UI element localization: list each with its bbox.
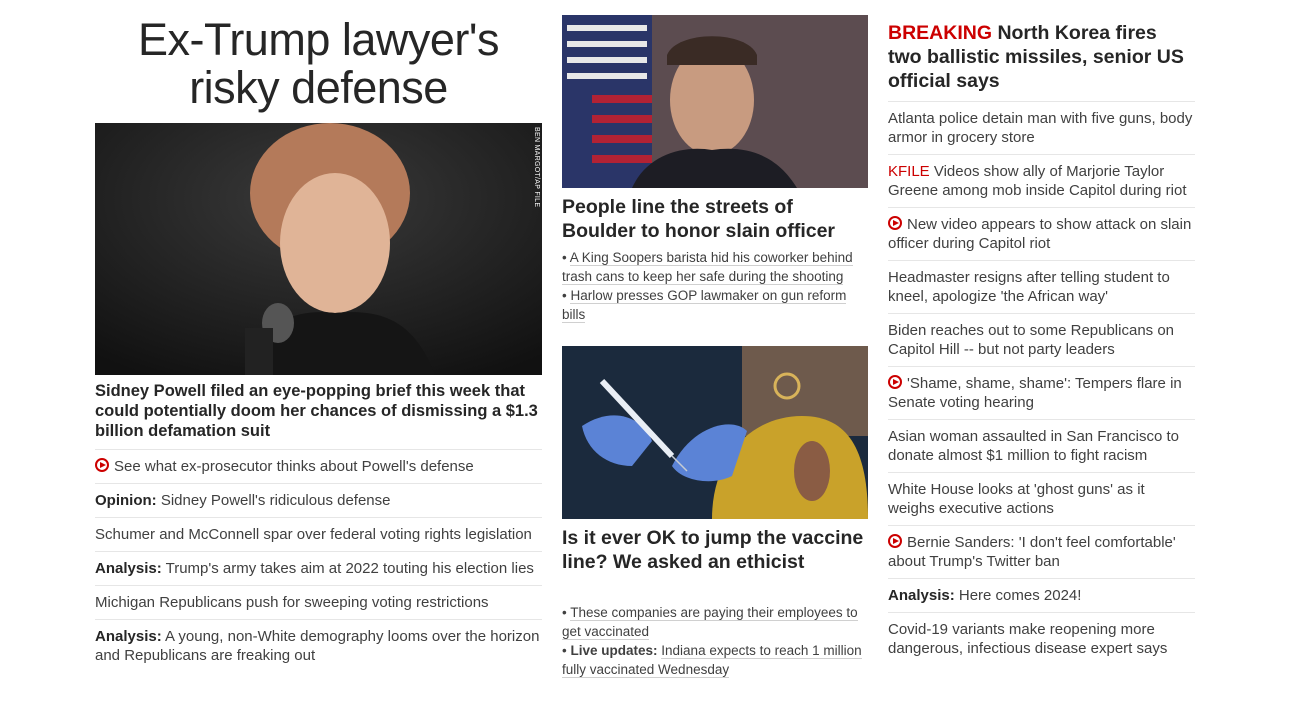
list-item[interactable]: Atlanta police detain man with five guns… <box>888 101 1195 154</box>
story2-bullet[interactable]: • Live updates: Indiana expects to reach… <box>562 641 868 679</box>
photo-credit: BEN MARGOT/AP FILE <box>533 127 540 208</box>
list-item[interactable]: Analysis: Here comes 2024! <box>888 578 1195 612</box>
story1-bullet[interactable]: • Harlow presses GOP lawmaker on gun ref… <box>562 286 868 324</box>
mega-headline-line2[interactable]: risky defense <box>95 64 542 112</box>
list-item-text: Videos show ally of Marjorie Taylor Gree… <box>888 163 1187 199</box>
live-updates-label: Live updates: <box>570 643 658 658</box>
list-item[interactable]: Michigan Republicans push for sweeping v… <box>95 585 542 619</box>
list-item-text: Schumer and McConnell spar over federal … <box>95 526 532 543</box>
officer-image[interactable] <box>562 15 868 188</box>
list-item[interactable]: Analysis: A young, non-White demography … <box>95 619 542 672</box>
mega-headline-line1[interactable]: Ex-Trump lawyer's <box>95 16 542 64</box>
list-item[interactable]: White House looks at 'ghost guns' as it … <box>888 472 1195 525</box>
list-item-text: Atlanta police detain man with five guns… <box>888 110 1193 146</box>
list-item-label: Analysis: <box>95 560 162 577</box>
kfile-label: KFILE <box>888 163 930 180</box>
list-item-text: Bernie Sanders: 'I don't feel comfortabl… <box>888 534 1176 570</box>
story1-headline[interactable]: People line the streets of Boulder to ho… <box>562 195 868 243</box>
list-item-text: Biden reaches out to some Republicans on… <box>888 322 1175 358</box>
list-item-text: Covid-19 variants make reopening more da… <box>888 621 1168 657</box>
play-video-icon <box>95 458 109 472</box>
list-item-text: 'Shame, shame, shame': Tempers flare in … <box>888 375 1182 411</box>
list-item[interactable]: Covid-19 variants make reopening more da… <box>888 612 1195 665</box>
story2-headline[interactable]: Is it ever OK to jump the vaccine line? … <box>562 526 868 574</box>
list-item-text: See what ex-prosecutor thinks about Powe… <box>114 458 474 475</box>
list-item-text: Michigan Republicans push for sweeping v… <box>95 594 489 611</box>
left-story-list: See what ex-prosecutor thinks about Powe… <box>95 449 542 672</box>
list-item-label: Analysis: <box>888 587 955 604</box>
list-item[interactable]: Schumer and McConnell spar over federal … <box>95 517 542 551</box>
list-item-text: Asian woman assaulted in San Francisco t… <box>888 428 1179 464</box>
story1-bullet[interactable]: • A King Soopers barista hid his coworke… <box>562 248 868 286</box>
list-item[interactable]: KFILE Videos show ally of Marjorie Taylo… <box>888 154 1195 207</box>
play-video-icon <box>888 534 902 548</box>
list-item[interactable]: New video appears to show attack on slai… <box>888 207 1195 260</box>
list-item[interactable]: Bernie Sanders: 'I don't feel comfortabl… <box>888 525 1195 578</box>
play-video-icon <box>888 375 902 389</box>
breaking-news-headline[interactable]: BREAKING North Korea fires two ballistic… <box>888 21 1195 93</box>
hero-headline[interactable]: Sidney Powell filed an eye-popping brief… <box>95 381 542 441</box>
list-item[interactable]: Headmaster resigns after telling student… <box>888 260 1195 313</box>
list-item[interactable]: Asian woman assaulted in San Francisco t… <box>888 419 1195 472</box>
list-item-text: Trump's army takes aim at 2022 touting h… <box>165 560 534 577</box>
play-video-icon <box>888 216 902 230</box>
breaking-tag: BREAKING <box>888 22 993 44</box>
list-item-text: White House looks at 'ghost guns' as it … <box>888 481 1145 517</box>
story2-bullet[interactable]: • These companies are paying their emplo… <box>562 603 868 641</box>
list-item[interactable]: See what ex-prosecutor thinks about Powe… <box>95 449 542 483</box>
list-item[interactable]: 'Shame, shame, shame': Tempers flare in … <box>888 366 1195 419</box>
list-item-label: Opinion: <box>95 492 157 509</box>
list-item-text: Headmaster resigns after telling student… <box>888 269 1170 305</box>
officer-photo <box>562 15 868 188</box>
story1-bullets: • A King Soopers barista hid his coworke… <box>562 248 868 324</box>
list-item-text: New video appears to show attack on slai… <box>888 216 1192 252</box>
right-story-list: Atlanta police detain man with five guns… <box>888 101 1195 665</box>
vaccine-image[interactable] <box>562 346 868 519</box>
list-item[interactable]: Biden reaches out to some Republicans on… <box>888 313 1195 366</box>
story2-bullets: • These companies are paying their emplo… <box>562 603 868 679</box>
list-item-text: A young, non-White demography looms over… <box>95 628 540 664</box>
mega-headline[interactable]: Ex-Trump lawyer's risky defense <box>95 16 542 112</box>
list-item-label: Analysis: <box>95 628 162 645</box>
list-item[interactable]: Analysis: Trump's army takes aim at 2022… <box>95 551 542 585</box>
list-item[interactable]: Opinion: Sidney Powell's ridiculous defe… <box>95 483 542 517</box>
list-item-text: Here comes 2024! <box>958 587 1082 604</box>
hero-photo <box>95 123 542 375</box>
list-item-text: Sidney Powell's ridiculous defense <box>160 492 391 509</box>
vaccine-photo <box>562 346 868 519</box>
hero-image-sidney-powell[interactable]: BEN MARGOT/AP FILE <box>95 123 542 375</box>
left-column: Ex-Trump lawyer's risky defense BEN MARG… <box>95 0 542 664</box>
